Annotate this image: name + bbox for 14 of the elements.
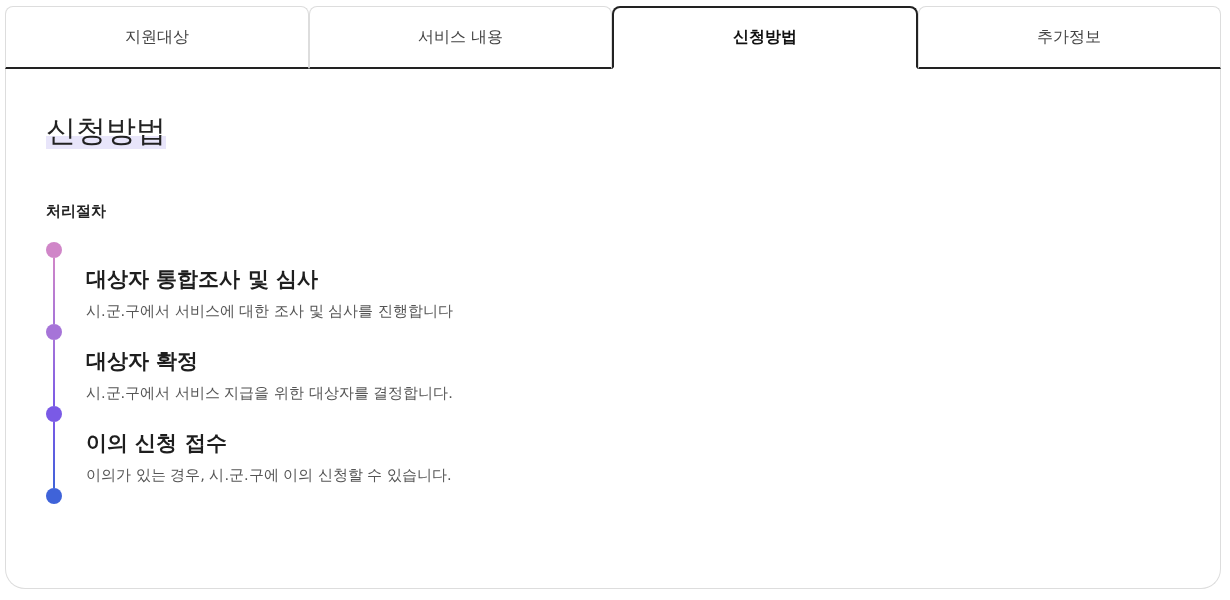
tab[interactable]: 신청방법 — [612, 6, 918, 69]
step-title: 이의 신청 접수 — [86, 430, 228, 457]
step-description: 시.군.구에서 서비스 지급을 위한 대상자를 결정합니다. — [86, 384, 453, 403]
tab[interactable]: 서비스 내용 — [308, 6, 612, 69]
step-title: 대상자 확정 — [86, 348, 200, 375]
step-description: 이의가 있는 경우, 시.군.구에 이의 신청할 수 있습니다. — [86, 466, 452, 485]
timeline-connector — [53, 422, 55, 488]
tab[interactable]: 지원대상 — [5, 6, 309, 69]
timeline-connector — [53, 340, 55, 406]
timeline-connector — [53, 258, 55, 324]
tab[interactable]: 추가정보 — [917, 6, 1221, 69]
step-title: 대상자 통합조사 및 심사 — [86, 266, 319, 293]
subsection-title: 처리절차 — [46, 201, 107, 222]
step-description: 시.군.구에서 서비스에 대한 조사 및 심사를 진행합니다 — [86, 302, 453, 321]
